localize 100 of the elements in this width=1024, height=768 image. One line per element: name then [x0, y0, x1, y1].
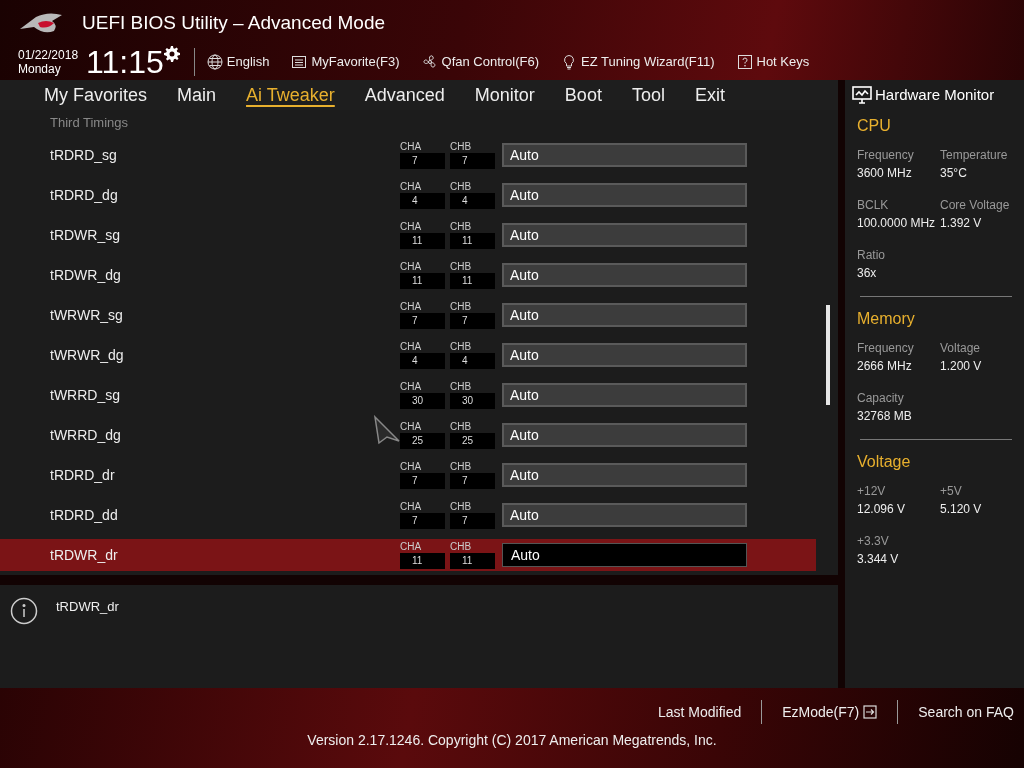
- channel-label: CHA: [400, 341, 423, 353]
- stat-value: 100.0000 MHz: [857, 215, 937, 232]
- footer-link[interactable]: Last Modified: [657, 701, 742, 723]
- toolbar-button[interactable]: MyFavorite(F3): [291, 52, 400, 72]
- stat-value: 35°C: [940, 165, 968, 182]
- setting-row[interactable]: tWRRD_sg CHA 30 CHB 30 Auto: [0, 379, 816, 411]
- channel-value: 4: [450, 353, 495, 369]
- channel-value: 11: [400, 273, 445, 289]
- channel-label: CHB: [450, 381, 473, 393]
- value-field[interactable]: Auto: [502, 543, 747, 567]
- menu-tab[interactable]: Exit: [694, 81, 725, 109]
- setting-row[interactable]: tRDRD_dd CHA 7 CHB 7 Auto: [0, 499, 816, 531]
- menu-tab[interactable]: My Favorites: [44, 81, 148, 109]
- channel-value: 7: [400, 153, 445, 169]
- setting-row[interactable]: tRDRD_sg CHA 7 CHB 7 Auto: [0, 139, 816, 171]
- channel-label: CHB: [450, 181, 473, 193]
- toolbar-button[interactable]: English: [206, 52, 270, 72]
- channel-label: CHA: [400, 461, 423, 473]
- stat-label: Frequency: [857, 340, 915, 357]
- stat-value: 12.096 V: [857, 501, 907, 518]
- stat-label: Core Voltage: [940, 197, 1011, 214]
- channel-label: CHA: [400, 501, 423, 513]
- group-heading: Voltage: [856, 452, 912, 472]
- channel-label: CHA: [400, 261, 423, 273]
- footer-link[interactable]: Search on FAQ: [918, 701, 1014, 723]
- day-text: Monday: [18, 62, 62, 76]
- value-field[interactable]: Auto: [502, 463, 747, 487]
- channel-value: 25: [400, 433, 445, 449]
- channel-value: 30: [450, 393, 495, 409]
- setting-name: tWRWR_sg: [50, 305, 123, 325]
- channel-value: 7: [450, 513, 495, 529]
- channel-value: 11: [450, 553, 495, 569]
- window-title: UEFI BIOS Utility – Advanced Mode: [82, 10, 386, 35]
- stat-value: 1.392 V: [940, 215, 983, 232]
- scrollbar-icon[interactable]: [826, 305, 830, 405]
- menu-tab[interactable]: Ai Tweaker: [246, 81, 335, 109]
- stat-label: +5V: [940, 483, 963, 500]
- setting-row[interactable]: tWRWR_sg CHA 7 CHB 7 Auto: [0, 299, 816, 331]
- stat-label: Ratio: [857, 247, 886, 264]
- setting-row[interactable]: tRDWR_sg CHA 11 CHB 11 Auto: [0, 219, 816, 251]
- value-field[interactable]: Auto: [502, 223, 747, 247]
- value-field[interactable]: Auto: [502, 343, 747, 367]
- settings-icon[interactable]: [163, 46, 180, 62]
- value-field[interactable]: Auto: [502, 143, 747, 167]
- stat-value: 3.344 V: [857, 551, 900, 568]
- value-field[interactable]: Auto: [502, 263, 747, 287]
- channel-label: CHB: [450, 541, 473, 553]
- question-icon: [736, 54, 753, 70]
- channel-label: CHB: [450, 421, 473, 433]
- group-heading: Memory: [856, 309, 916, 329]
- channel-value: 4: [450, 193, 495, 209]
- fan-icon: [421, 54, 438, 70]
- channel-label: CHA: [400, 181, 423, 193]
- channel-label: CHA: [400, 381, 423, 393]
- date-text: 01/22/2018: [18, 48, 79, 62]
- setting-row[interactable]: tWRRD_dg CHA 25 CHB 25 Auto: [0, 419, 816, 451]
- channel-value: 7: [400, 473, 445, 489]
- toolbar-button[interactable]: EZ Tuning Wizard(F11): [561, 52, 715, 72]
- setting-name: tRDRD_sg: [50, 145, 117, 165]
- menu-tab[interactable]: Tool: [631, 81, 665, 109]
- stat-label: +3.3V: [857, 533, 890, 550]
- value-field[interactable]: Auto: [502, 383, 747, 407]
- menu-tab[interactable]: Advanced: [364, 81, 445, 109]
- setting-name: tRDRD_dg: [50, 185, 118, 205]
- exit-icon: [863, 705, 878, 719]
- value-field[interactable]: Auto: [502, 423, 747, 447]
- channel-label: CHA: [400, 541, 423, 553]
- clock-time: 11:15: [86, 45, 164, 79]
- value-field[interactable]: Auto: [502, 303, 747, 327]
- setting-row[interactable]: tRDWR_dg CHA 11 CHB 11 Auto: [0, 259, 816, 291]
- stat-value: 3600 MHz: [857, 165, 913, 182]
- value-field[interactable]: Auto: [502, 183, 747, 207]
- value-field[interactable]: Auto: [502, 503, 747, 527]
- version-text: Version 2.17.1246. Copyright (C) 2017 American Megatrends, Inc.: [307, 731, 717, 750]
- setting-name: tRDWR_sg: [50, 225, 120, 245]
- footer-link[interactable]: EzMode(F7): [782, 701, 878, 723]
- channel-value: 4: [400, 353, 445, 369]
- setting-row[interactable]: tRDRD_dg CHA 4 CHB 4 Auto: [0, 179, 816, 211]
- menu-tab[interactable]: Monitor: [474, 81, 535, 109]
- channel-label: CHB: [450, 221, 473, 233]
- stat-value: 2666 MHz: [857, 358, 913, 375]
- toolbar-button[interactable]: Hot Keys: [736, 52, 810, 72]
- setting-name: tRDWR_dg: [50, 265, 121, 285]
- setting-row[interactable]: tWRWR_dg CHA 4 CHB 4 Auto: [0, 339, 816, 371]
- channel-value: 4: [400, 193, 445, 209]
- channel-value: 7: [400, 313, 445, 329]
- channel-label: CHA: [400, 421, 423, 433]
- stat-label: Frequency: [857, 147, 915, 164]
- setting-row[interactable]: tRDRD_dr CHA 7 CHB 7 Auto: [0, 459, 816, 491]
- setting-row[interactable]: tRDWR_dr CHA 11 CHB 11 Auto: [0, 539, 816, 571]
- channel-value: 30: [400, 393, 445, 409]
- stat-value: 36x: [857, 265, 878, 282]
- channel-value: 11: [400, 233, 445, 249]
- toolbar-button[interactable]: Qfan Control(F6): [421, 52, 540, 72]
- channel-label: CHA: [400, 141, 423, 153]
- menu-tab[interactable]: Boot: [564, 81, 602, 109]
- stat-label: BCLK: [857, 197, 890, 214]
- channel-label: CHB: [450, 501, 473, 513]
- setting-name: tRDWR_dr: [50, 545, 118, 565]
- menu-tab[interactable]: Main: [177, 81, 217, 109]
